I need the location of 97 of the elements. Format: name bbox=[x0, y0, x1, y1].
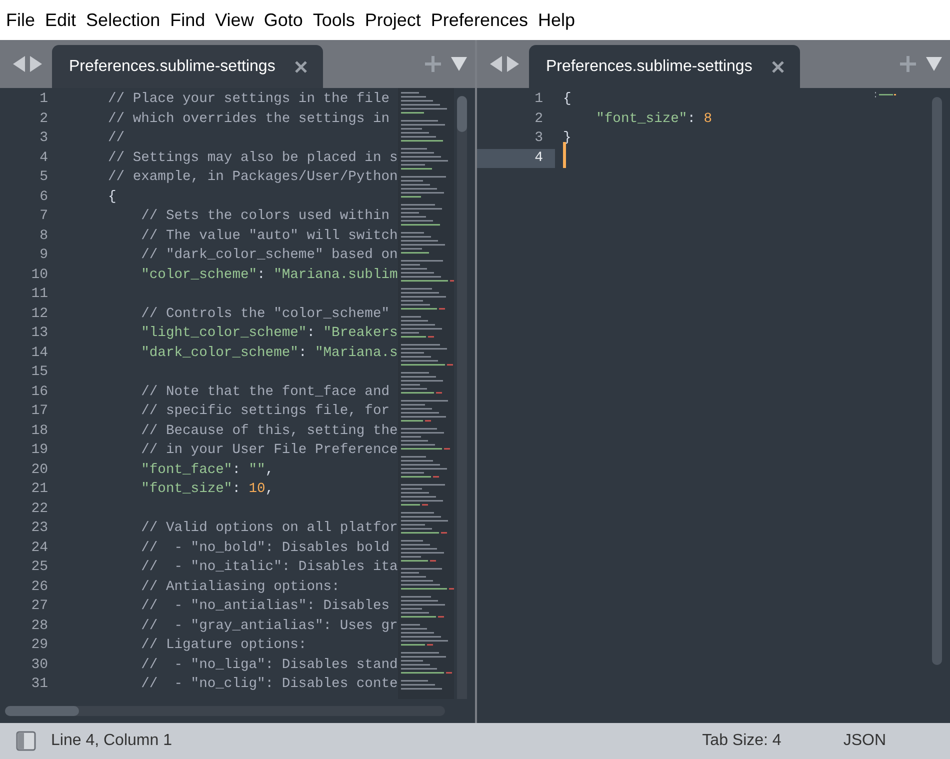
line-number: 3 bbox=[534, 129, 544, 148]
menu-item[interactable]: Selection bbox=[81, 10, 166, 30]
code-line: // bbox=[108, 130, 125, 148]
code-line: // Sets the colors used within bbox=[140, 208, 390, 226]
code-line: "font_face": "", bbox=[140, 462, 274, 480]
text-cursor bbox=[563, 142, 566, 168]
code-line: // - "no_italic": Disables ita bbox=[140, 559, 398, 577]
line-number: 1 bbox=[38, 90, 49, 109]
line-number: 1 bbox=[534, 90, 544, 109]
code-line: // which overrides the settings in bbox=[108, 110, 390, 128]
line-number: 24 bbox=[30, 538, 49, 558]
line-number: 18 bbox=[30, 422, 49, 440]
menu-item[interactable]: Edit bbox=[40, 10, 82, 30]
line-number: 23 bbox=[30, 519, 49, 538]
line-number: 14 bbox=[30, 344, 49, 362]
line-number: 16 bbox=[30, 382, 49, 402]
code-line: // specific settings file, for bbox=[140, 403, 390, 421]
line-number: 12 bbox=[30, 304, 49, 324]
back-arrow-icon[interactable] bbox=[13, 56, 25, 72]
line-number: 3 bbox=[38, 129, 49, 148]
code-line: // Controls the "color_scheme" bbox=[140, 306, 390, 324]
line-number: 25 bbox=[30, 558, 49, 577]
code-line: // - "no_clig": Disables conte bbox=[140, 676, 398, 694]
scrollbar-thumb[interactable] bbox=[932, 97, 942, 665]
menu-item[interactable]: File bbox=[1, 10, 40, 30]
line-number: 2 bbox=[534, 110, 544, 128]
line-number: 2 bbox=[38, 110, 49, 128]
code-line: "font_size": 10, bbox=[140, 481, 274, 499]
menu-item[interactable]: Tools bbox=[308, 10, 360, 30]
line-number: 5 bbox=[38, 168, 49, 187]
code-line: // Antialiasing options: bbox=[140, 578, 340, 596]
code-line: "color_scheme": "Mariana.sublim bbox=[140, 266, 398, 284]
code-line: // "dark_color_scheme" based on bbox=[140, 247, 398, 265]
code-line: // Because of this, setting the bbox=[140, 422, 398, 440]
code-line: // in your User File Preference bbox=[140, 442, 398, 460]
line-number: 6 bbox=[38, 188, 49, 206]
tab-title: Preferences.sublime-settings bbox=[546, 58, 752, 76]
back-arrow-icon[interactable] bbox=[490, 56, 502, 72]
scrollbar-thumb[interactable] bbox=[5, 706, 79, 716]
menu-item[interactable]: Preferences bbox=[426, 10, 533, 30]
line-number: 13 bbox=[30, 324, 49, 343]
file-tab[interactable]: Preferences.sublime-settings bbox=[52, 45, 323, 88]
code-line: // - "gray_antialias": Uses gr bbox=[140, 618, 398, 636]
dropdown-icon[interactable] bbox=[451, 57, 467, 71]
code-line: "font_size": 8 bbox=[595, 110, 712, 128]
file-tab[interactable]: Preferences.sublime-settings bbox=[529, 45, 800, 88]
menu-item[interactable]: View bbox=[210, 10, 259, 30]
line-number: 22 bbox=[30, 500, 49, 518]
line-number: 30 bbox=[30, 656, 49, 674]
code-line: // - "no_antialias": Disables bbox=[140, 598, 390, 616]
code-line: // Settings may also be placed in s bbox=[108, 150, 398, 168]
line-number: 4 bbox=[477, 148, 555, 168]
syntax-label[interactable]: JSON bbox=[843, 732, 886, 750]
cursor-position: Line 4, Column 1 bbox=[51, 732, 173, 750]
line-number: 17 bbox=[30, 402, 49, 421]
code-line: // Valid options on all platfor bbox=[140, 520, 398, 538]
menu-item[interactable]: Help bbox=[532, 10, 580, 30]
menu-item[interactable]: Find bbox=[165, 10, 210, 30]
line-number: 11 bbox=[30, 285, 49, 304]
line-number: 19 bbox=[30, 441, 49, 460]
sidebar-toggle-icon[interactable] bbox=[16, 731, 36, 751]
code-line: // example, in Packages/User/Python bbox=[108, 169, 398, 187]
plus-icon[interactable] bbox=[900, 56, 916, 72]
code-line: // Ligature options: bbox=[140, 637, 307, 655]
code-line: { bbox=[563, 91, 572, 109]
scrollbar-thumb[interactable] bbox=[457, 96, 467, 132]
line-number: 31 bbox=[30, 675, 49, 694]
line-number: 8 bbox=[38, 226, 49, 246]
line-number: 9 bbox=[38, 246, 49, 265]
forward-arrow-icon[interactable] bbox=[507, 56, 519, 72]
tab-title: Preferences.sublime-settings bbox=[69, 58, 276, 76]
line-number: 7 bbox=[38, 207, 49, 226]
tab-size-label[interactable]: Tab Size: 4 bbox=[702, 732, 782, 750]
forward-arrow-icon[interactable] bbox=[30, 56, 42, 72]
line-number: 4 bbox=[38, 148, 49, 168]
line-number: 28 bbox=[30, 616, 49, 636]
close-icon[interactable] bbox=[772, 60, 784, 72]
line-number: 21 bbox=[30, 480, 49, 499]
code-line: "dark_color_scheme": "Mariana.s bbox=[140, 344, 398, 362]
code-line: // Note that the font_face and bbox=[140, 384, 390, 402]
code-line: "light_color_scheme": "Breakers bbox=[140, 325, 398, 343]
code-line: // Place your settings in the file bbox=[108, 91, 390, 109]
line-number: 15 bbox=[30, 363, 49, 382]
code-line: // The value "auto" will switch bbox=[140, 228, 398, 246]
line-number: 20 bbox=[30, 460, 49, 480]
dropdown-icon[interactable] bbox=[926, 57, 942, 71]
menu-item[interactable]: Goto bbox=[258, 10, 308, 30]
line-number: 26 bbox=[30, 578, 49, 596]
menu-item[interactable]: Project bbox=[360, 10, 426, 30]
line-number: 10 bbox=[30, 266, 49, 284]
line-number: 29 bbox=[30, 636, 49, 655]
code-line: // - "no_bold": Disables bold bbox=[140, 540, 390, 558]
plus-icon[interactable] bbox=[425, 56, 441, 72]
line-number: 27 bbox=[30, 597, 49, 616]
close-icon[interactable] bbox=[295, 60, 307, 72]
code-line: // - "no_liga": Disables stand bbox=[140, 656, 398, 674]
code-line: { bbox=[108, 188, 116, 206]
